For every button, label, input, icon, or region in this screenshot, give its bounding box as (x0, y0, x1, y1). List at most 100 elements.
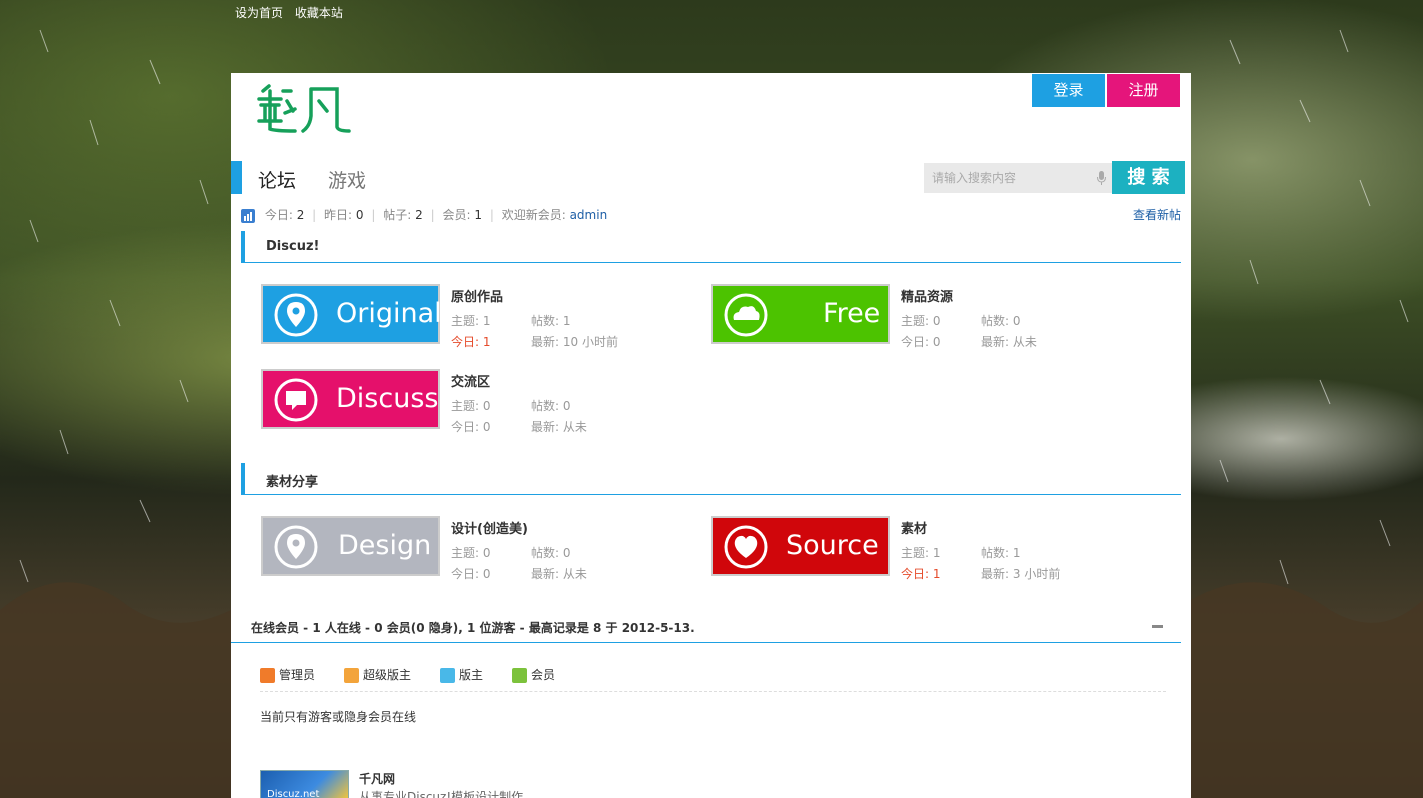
friend-link-logo[interactable]: Discuz.net (260, 770, 349, 798)
latest-post: 从未 (1012, 335, 1037, 349)
forum-banner[interactable]: Free (711, 284, 890, 344)
members-label: 会员: (442, 208, 471, 222)
super-moderator-user-icon (344, 668, 359, 683)
site-logo[interactable] (255, 81, 355, 137)
banner-text: Design (338, 530, 432, 561)
online-summary: 在线会员 - 1 人在线 - 0 会员(0 隐身), 1 位游客 - 最高记录是… (251, 621, 695, 635)
collapse-icon[interactable] (1152, 625, 1163, 628)
admin-user-icon (260, 668, 275, 683)
posts-count: 0 (562, 399, 571, 413)
cloud-icon (724, 293, 768, 337)
new-member-link[interactable]: admin (570, 208, 608, 222)
forum-stats: 今日: 2 | 昨日: 0 | 帖子: 2 | 会员: 1 | 欢迎新会员: a… (241, 206, 607, 223)
search-input[interactable]: 请输入搜索内容 (924, 163, 1112, 193)
moderator-user-icon (440, 668, 455, 683)
welcome-label: 欢迎新会员: (501, 208, 566, 222)
main-panel: 登录 注册 论坛 游戏 请输入搜索内容 搜 索 今日: 2 | 昨日: 0 | … (231, 73, 1191, 798)
today-count: 1 (482, 335, 491, 349)
banner-text: Discuss (336, 383, 439, 414)
forum-counts: 主题: 1 帖数: 1 (901, 546, 1021, 560)
section-title: Discuz! (266, 239, 320, 254)
search-button[interactable]: 搜 索 (1112, 161, 1185, 194)
latest-post-link[interactable]: 3 小时前 (1013, 565, 1060, 582)
latest-post-link[interactable]: 10 小时前 (563, 333, 618, 350)
forum-discuss: Discuss 交流区 主题: 0 帖数: 0 今日: 0 最新: 从未 (261, 369, 701, 449)
forum-banner[interactable]: Design (261, 516, 440, 576)
view-new-posts-link[interactable]: 查看新帖 (1133, 206, 1181, 223)
forum-counts: 主题: 0 帖数: 0 (901, 314, 1021, 328)
forum-name[interactable]: 素材 (901, 518, 927, 537)
forum-banner[interactable]: Original (261, 284, 442, 344)
topics-count: 1 (482, 314, 491, 328)
today-label: 今日: (264, 208, 293, 222)
forum-name[interactable]: 交流区 (451, 371, 490, 390)
set-home-link[interactable]: 设为首页 (235, 6, 283, 20)
posts-count: 0 (1012, 314, 1021, 328)
bookmark-link[interactable]: 收藏本站 (295, 6, 343, 20)
posts-count: 0 (562, 546, 571, 560)
latest-post: 从未 (562, 420, 587, 434)
posts-label: 帖子: (383, 208, 412, 222)
nav-accent-bar (231, 161, 242, 194)
banner-text: Source (786, 530, 879, 561)
today-count: 2 (296, 208, 305, 222)
main-nav: 论坛 游戏 请输入搜索内容 搜 索 (231, 161, 1191, 194)
friend-link-desc: 从事专业Discuz!模板设计制作 (359, 790, 524, 798)
today-count: 0 (932, 335, 941, 349)
member-group-legend: 管理员 超级版主 版主 会员 (260, 664, 1166, 692)
forum-design: Design 设计(创造美) 主题: 0 帖数: 0 今日: 0 最新: 从未 (261, 516, 701, 596)
legend-super-moderator: 超级版主 (344, 666, 411, 683)
search-placeholder: 请输入搜索内容 (932, 171, 1017, 185)
forum-counts: 主题: 0 帖数: 0 (451, 546, 571, 560)
forum-source: Source 素材 主题: 1 帖数: 1 今日: 1 最新: 3 小时前 (711, 516, 1151, 596)
topics-count: 1 (932, 546, 941, 560)
chat-bubble-icon (274, 378, 318, 422)
location-pin-icon (274, 525, 318, 569)
register-button[interactable]: 注册 (1107, 74, 1180, 107)
tab-games[interactable]: 游戏 (328, 166, 366, 193)
forum-activity: 今日: 0 最新: 从未 (451, 420, 587, 434)
tab-forum[interactable]: 论坛 (258, 166, 296, 193)
banner-text: Free (823, 298, 881, 329)
section-header-discuz[interactable]: Discuz! (241, 231, 1181, 263)
forum-banner[interactable]: Source (711, 516, 890, 576)
section-title: 素材分享 (266, 475, 319, 490)
today-count: 0 (482, 420, 491, 434)
topics-count: 0 (482, 546, 491, 560)
topics-count: 0 (932, 314, 941, 328)
forum-name[interactable]: 原创作品 (451, 286, 503, 305)
forum-free: Free 精品资源 主题: 0 帖数: 0 今日: 0 最新: 从未 (711, 284, 1151, 364)
forum-original: Original 原创作品 主题: 1 帖数: 1 今日: 1 最新: 10 小时前 (261, 284, 701, 364)
forum-name[interactable]: 精品资源 (901, 286, 953, 305)
microphone-icon[interactable] (1097, 171, 1106, 185)
today-count: 0 (482, 567, 491, 581)
forum-banner[interactable]: Discuss (261, 369, 440, 429)
posts-count: 2 (415, 208, 423, 222)
forum-activity: 今日: 0 最新: 从未 (901, 335, 1037, 349)
legend-admin: 管理员 (260, 666, 315, 683)
posts-count: 1 (562, 314, 571, 328)
banner-text: Original (336, 298, 442, 329)
section-header-materials[interactable]: 素材分享 (241, 463, 1181, 495)
topbar: 设为首页 收藏本站 (235, 4, 351, 21)
topics-count: 0 (482, 399, 491, 413)
friend-link-name[interactable]: 千凡网 (359, 770, 395, 787)
yesterday-count: 0 (355, 208, 364, 222)
online-status-text: 当前只有游客或隐身会员在线 (260, 710, 417, 724)
login-button[interactable]: 登录 (1032, 74, 1105, 107)
online-members-header: 在线会员 - 1 人在线 - 0 会员(0 隐身), 1 位游客 - 最高记录是… (231, 609, 1181, 643)
legend-member: 会员 (512, 666, 555, 683)
member-user-icon (512, 668, 527, 683)
today-count: 1 (932, 567, 941, 581)
yesterday-label: 昨日: (324, 208, 353, 222)
forum-counts: 主题: 1 帖数: 1 (451, 314, 571, 328)
posts-count: 1 (1012, 546, 1021, 560)
forum-activity: 今日: 0 最新: 从未 (451, 567, 587, 581)
forum-activity: 今日: 1 最新: 3 小时前 (901, 565, 1061, 582)
forum-name[interactable]: 设计(创造美) (451, 518, 528, 537)
latest-post: 从未 (562, 567, 587, 581)
location-pin-icon (274, 293, 318, 337)
forum-activity: 今日: 1 最新: 10 小时前 (451, 333, 618, 350)
legend-moderator: 版主 (440, 666, 483, 683)
stats-chart-icon (241, 208, 255, 223)
